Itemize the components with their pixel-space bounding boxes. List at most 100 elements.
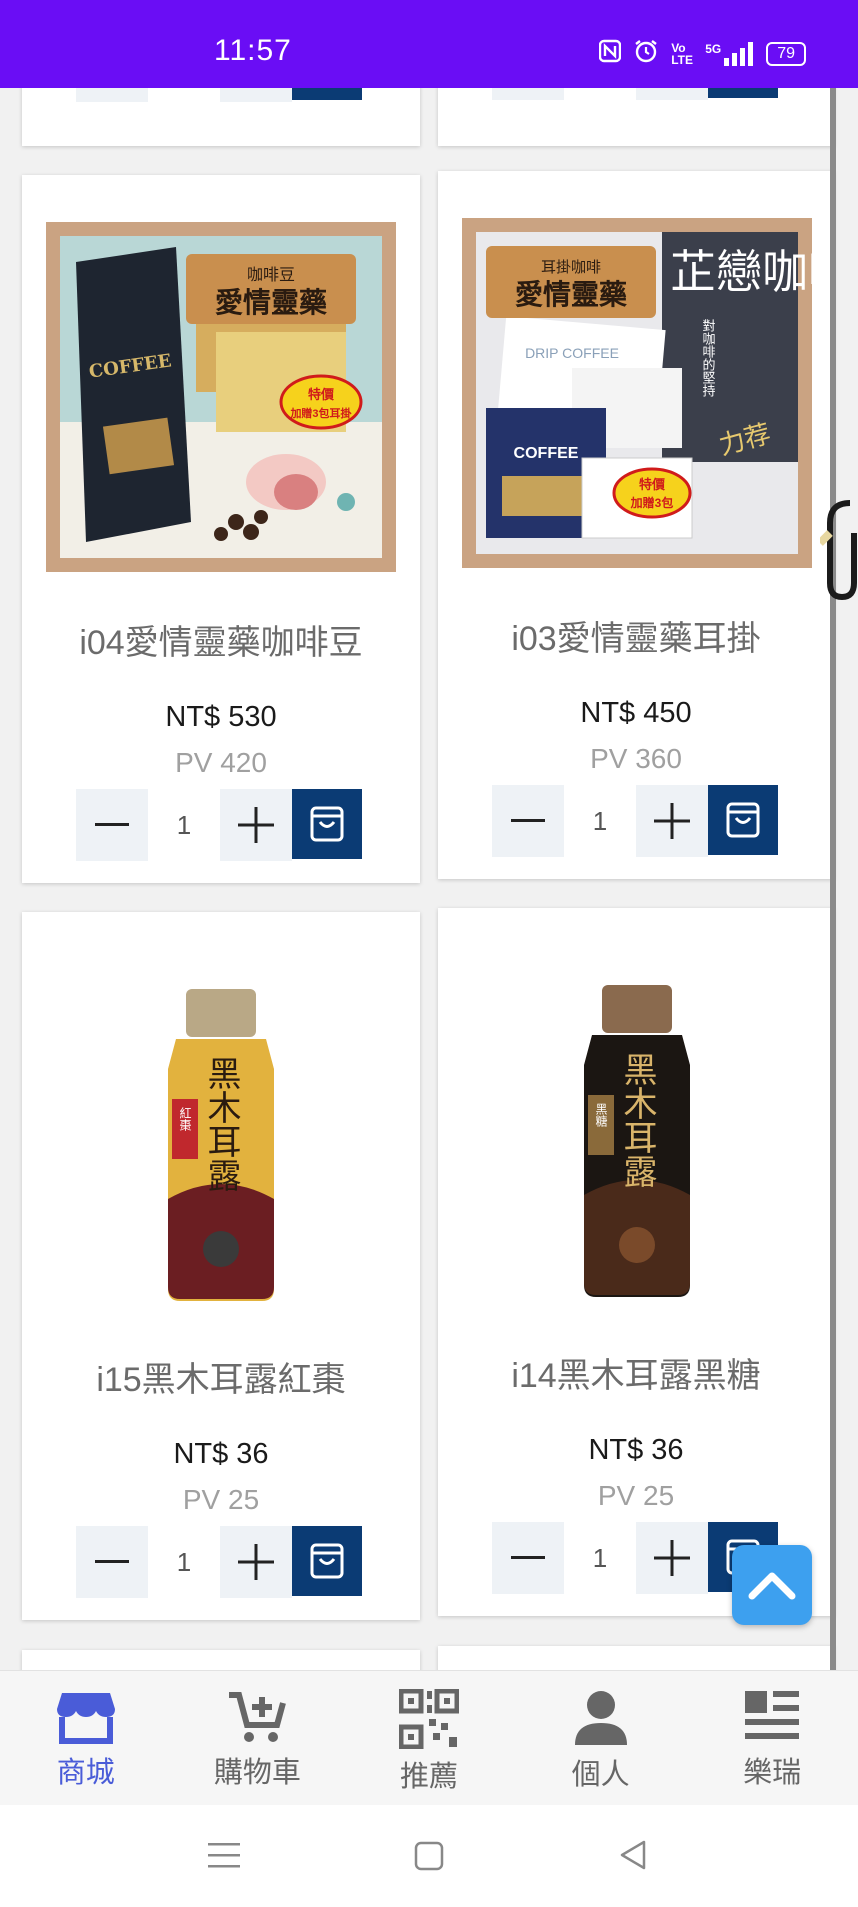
home-icon[interactable] <box>414 1841 444 1871</box>
product-image[interactable]: 黑木耳露 紅棗 <box>46 959 396 1309</box>
decrement-button[interactable] <box>492 88 564 100</box>
nav-item-lerui[interactable]: 樂瑞 <box>686 1671 858 1806</box>
alarm-icon <box>633 38 659 69</box>
quantity-stepper: 1 <box>76 789 362 861</box>
store-icon <box>56 1693 115 1744</box>
battery-icon: 79 <box>766 41 806 66</box>
product-image[interactable]: 芷戀咖啡 對咖啡的堅持 力荐 DRIP COFFEE COFFEE 特價 加贈3… <box>462 218 854 568</box>
paperclip-icon <box>820 500 857 601</box>
svg-text:愛情靈藥: 愛情靈藥 <box>515 278 627 311</box>
product-card[interactable]: COFFEE 咖啡豆 愛情靈藥 特價 加贈3包耳掛 i04愛情靈藥咖啡豆 NT$… <box>22 175 420 883</box>
product-price: NT$ 36 <box>588 1434 684 1466</box>
svg-text:耳掛咖啡: 耳掛咖啡 <box>541 258 601 276</box>
quantity-value[interactable]: 1 <box>564 785 636 857</box>
svg-text:黑木耳露: 黑木耳露 <box>201 1056 241 1192</box>
chevron-up-icon <box>748 1572 796 1600</box>
decrement-button[interactable] <box>76 88 148 102</box>
product-pv: PV 360 <box>590 743 682 774</box>
back-icon[interactable] <box>618 1839 648 1871</box>
decrement-button[interactable] <box>492 785 564 857</box>
add-to-cart-button[interactable] <box>708 88 778 98</box>
shopping-bag-icon <box>726 802 760 838</box>
svg-text:DRIP COFFEE: DRIP COFFEE <box>525 345 619 361</box>
product-name[interactable]: i15黑木耳露紅棗 <box>22 1352 420 1401</box>
cart-add-icon <box>229 1692 287 1742</box>
svg-text:特價: 特價 <box>639 477 666 492</box>
product-image[interactable]: COFFEE 咖啡豆 愛情靈藥 特價 加贈3包耳掛 <box>46 222 396 572</box>
nav-label: 購物車 <box>213 1757 301 1789</box>
quantity-value[interactable]: 1 <box>148 1526 220 1598</box>
product-pv: PV 420 <box>175 747 267 778</box>
product-name[interactable]: i04愛情靈藥咖啡豆 <box>22 615 420 664</box>
grid-list-icon <box>745 1691 800 1739</box>
svg-text:黑木耳露: 黑木耳露 <box>617 1052 657 1188</box>
product-pv: PV 25 <box>597 1480 675 1511</box>
product-price: NT$ 530 <box>165 701 277 733</box>
increment-button[interactable] <box>220 789 292 861</box>
svg-text:紅棗: 紅棗 <box>178 1107 192 1132</box>
shopping-bag-icon <box>310 806 344 842</box>
add-to-cart-button[interactable] <box>708 785 778 855</box>
add-to-cart-button[interactable] <box>292 88 362 100</box>
bottom-nav: 商城 購物車 推薦 個人 樂瑞 <box>0 1670 858 1805</box>
increment-button[interactable] <box>220 1526 292 1598</box>
status-time: 11:57 <box>214 34 292 67</box>
add-to-cart-button[interactable] <box>292 1526 362 1596</box>
svg-text:芷戀咖啡: 芷戀咖啡 <box>670 245 812 299</box>
product-card-partial <box>438 88 834 146</box>
increment-button[interactable] <box>636 1522 708 1594</box>
svg-text:對咖啡的堅持: 對咖啡的堅持 <box>700 319 716 397</box>
product-card-partial <box>22 1650 420 1670</box>
svg-text:COFFEE: COFFEE <box>514 445 579 462</box>
product-card[interactable]: 芷戀咖啡 對咖啡的堅持 力荐 DRIP COFFEE COFFEE 特價 加贈3… <box>438 171 854 879</box>
svg-text:咖啡豆: 咖啡豆 <box>247 265 295 284</box>
qr-code-icon <box>398 1689 459 1749</box>
nav-item-recommend[interactable]: 推薦 <box>343 1671 515 1806</box>
product-price: NT$ 36 <box>173 1438 269 1470</box>
nav-label: 個人 <box>571 1759 630 1791</box>
increment-button[interactable] <box>636 88 708 100</box>
scroll-to-top-button[interactable] <box>732 1545 812 1625</box>
menu-icon[interactable] <box>208 1841 240 1869</box>
volte-icon: Vo LTE <box>671 40 693 67</box>
svg-text:特價: 特價 <box>308 387 335 402</box>
product-card-partial <box>22 88 420 146</box>
nav-label: 商城 <box>56 1757 115 1789</box>
svg-text:愛情靈藥: 愛情靈藥 <box>215 286 327 319</box>
quantity-value[interactable]: 1 <box>148 789 220 861</box>
product-card[interactable]: 黑木耳露 黑糖 i14黑木耳露黑糖 NT$ 36 PV 25 1 <box>438 908 834 1616</box>
product-image[interactable]: 黑木耳露 黑糖 <box>462 955 812 1305</box>
svg-text:加贈3包耳掛: 加贈3包耳掛 <box>289 406 352 420</box>
status-icons: Vo LTE 5G 79 <box>598 38 806 69</box>
shopping-bag-icon <box>310 1543 344 1579</box>
product-grid[interactable]: COFFEE 咖啡豆 愛情靈藥 特價 加贈3包耳掛 i04愛情靈藥咖啡豆 NT$… <box>0 88 858 1670</box>
product-name[interactable]: i03愛情靈藥耳掛 <box>438 611 834 660</box>
signal-icon: 5G <box>705 41 754 66</box>
svg-text:加贈3包: 加贈3包 <box>630 495 674 510</box>
increment-button[interactable] <box>220 88 292 102</box>
product-name[interactable]: i14黑木耳露黑糖 <box>438 1348 834 1397</box>
quantity-stepper: 1 <box>492 785 778 857</box>
product-card[interactable]: 黑木耳露 紅棗 i15黑木耳露紅棗 NT$ 36 PV 25 1 <box>22 912 420 1620</box>
status-bar: 11:57 Vo LTE 5G 79 <box>0 0 858 88</box>
decrement-button[interactable] <box>76 789 148 861</box>
nfc-icon <box>598 39 622 68</box>
nav-item-cart[interactable]: 購物車 <box>172 1671 344 1806</box>
person-icon <box>574 1691 627 1745</box>
nav-label: 推薦 <box>399 1761 458 1793</box>
add-to-cart-button[interactable] <box>292 789 362 859</box>
decrement-button[interactable] <box>76 1526 148 1598</box>
decrement-button[interactable] <box>492 1522 564 1594</box>
scrollbar[interactable] <box>830 88 836 1670</box>
nav-item-store[interactable]: 商城 <box>0 1671 172 1806</box>
product-card-partial <box>438 1646 834 1670</box>
increment-button[interactable] <box>636 785 708 857</box>
system-nav-bar <box>0 1805 858 1907</box>
nav-item-profile[interactable]: 個人 <box>515 1671 687 1806</box>
product-price: NT$ 450 <box>580 697 692 729</box>
svg-text:黑糖: 黑糖 <box>594 1103 608 1128</box>
product-pv: PV 25 <box>182 1484 260 1515</box>
quantity-value[interactable]: 1 <box>564 1522 636 1594</box>
quantity-stepper: 1 <box>76 1526 362 1598</box>
nav-label: 樂瑞 <box>743 1757 802 1789</box>
